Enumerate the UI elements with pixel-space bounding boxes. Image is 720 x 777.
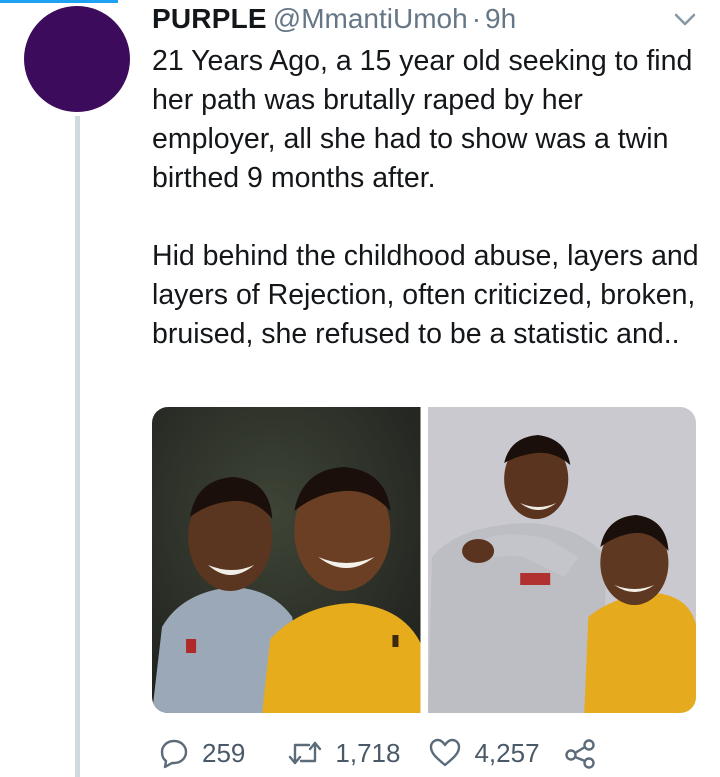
separator-dot: · xyxy=(471,3,482,34)
retweet-count: 1,718 xyxy=(335,737,401,768)
tweet-paragraph: 21 Years Ago, a 15 year old seeking to f… xyxy=(152,45,693,194)
tweet-menu-button[interactable] xyxy=(673,12,697,28)
retweet-icon xyxy=(289,741,322,765)
share-icon xyxy=(564,739,595,769)
user-handle[interactable]: @MmantiUmoh xyxy=(273,3,468,35)
photo-illustration xyxy=(152,407,421,713)
display-name[interactable]: PURPLE xyxy=(152,3,267,35)
reply-count: 259 xyxy=(202,737,246,768)
reply-button[interactable]: 259 xyxy=(158,737,245,769)
like-count: 4,257 xyxy=(474,737,540,768)
tweet-actions: 259 1,718 4,257 xyxy=(152,733,596,773)
top-accent-bar xyxy=(0,0,118,3)
chevron-down-icon xyxy=(674,13,696,26)
avatar[interactable] xyxy=(24,6,130,112)
tweet-text: 21 Years Ago, a 15 year old seeking to f… xyxy=(152,42,708,354)
like-icon xyxy=(430,738,461,767)
like-button[interactable]: 4,257 xyxy=(428,737,540,769)
thread-connector-line xyxy=(75,116,80,777)
tweet-paragraph: Hid behind the childhood abuse, layers a… xyxy=(152,240,699,350)
timestamp[interactable]: 9h xyxy=(485,3,516,35)
media-grid xyxy=(152,407,696,713)
media-photo-1[interactable] xyxy=(152,407,421,713)
tweet-header: PURPLE @MmantiUmoh · 9h xyxy=(152,2,516,36)
photo-illustration xyxy=(427,407,696,713)
media-photo-2[interactable] xyxy=(427,407,696,713)
share-button[interactable] xyxy=(564,737,596,769)
reply-icon xyxy=(160,739,188,769)
retweet-button[interactable]: 1,718 xyxy=(287,737,400,769)
